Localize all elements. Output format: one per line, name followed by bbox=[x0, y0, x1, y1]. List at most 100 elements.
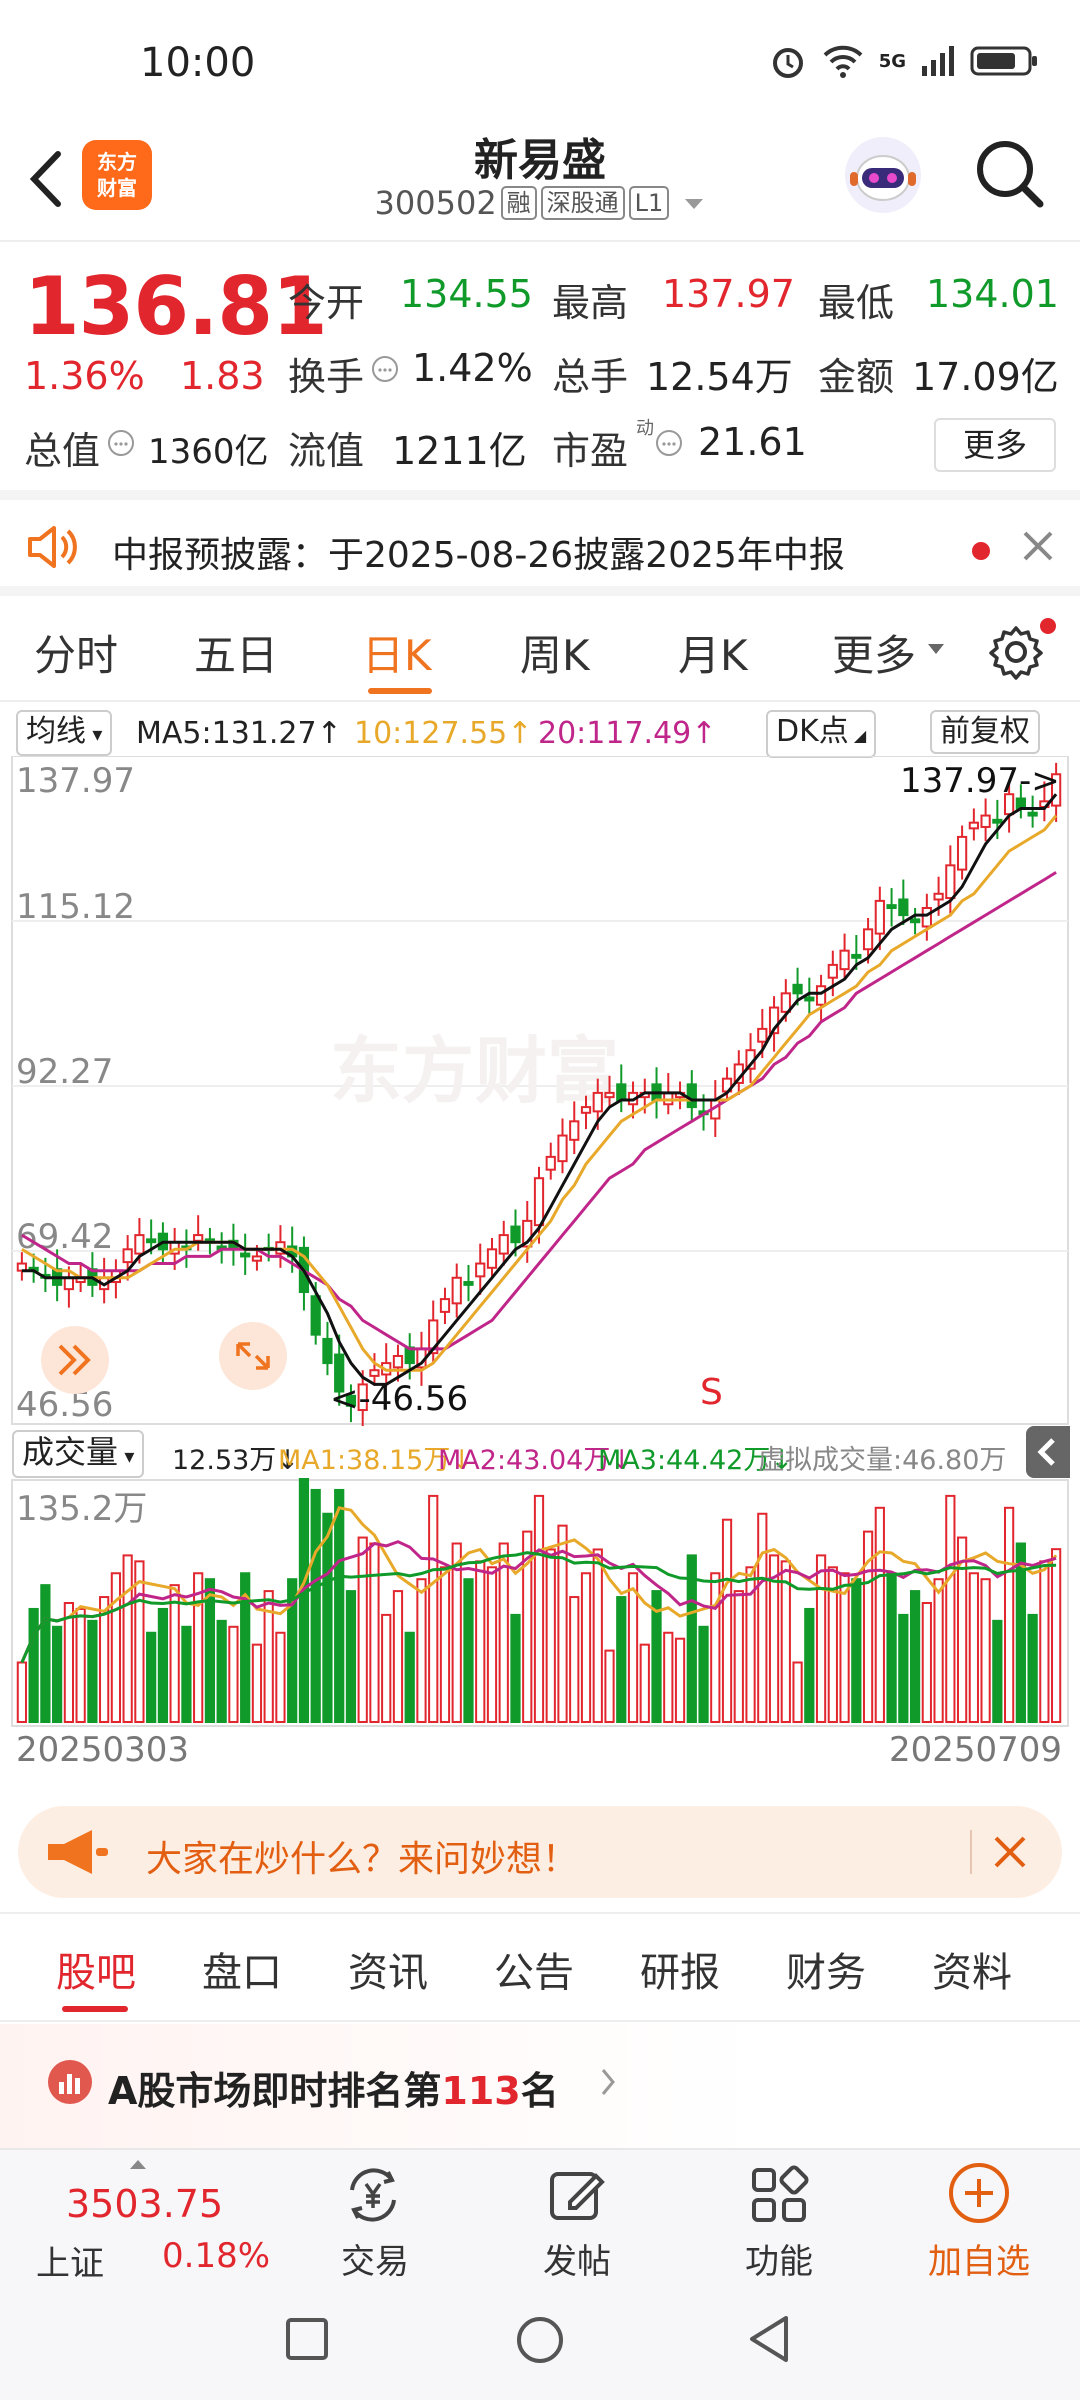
amount-label: 金额 bbox=[818, 355, 895, 399]
trade-yen-icon[interactable] bbox=[340, 2164, 406, 2226]
volume-bar bbox=[804, 1607, 815, 1724]
settings-gear-icon[interactable] bbox=[986, 622, 1046, 682]
candle bbox=[310, 1295, 321, 1336]
tab-five-day[interactable]: 五日 bbox=[194, 622, 278, 683]
volume-bar bbox=[710, 1572, 721, 1723]
chevron-down-icon[interactable] bbox=[926, 642, 946, 656]
volume-max-label: 135.2万 bbox=[16, 1489, 147, 1529]
candle bbox=[1027, 811, 1038, 817]
info-icon[interactable] bbox=[654, 428, 684, 458]
float-value: 1211亿 bbox=[392, 429, 527, 473]
more-quote-button[interactable]: 更多 bbox=[934, 418, 1056, 472]
close-icon[interactable] bbox=[988, 1830, 1032, 1874]
volume-bar bbox=[663, 1631, 674, 1723]
post-edit-icon[interactable] bbox=[546, 2164, 608, 2226]
tab-order-book[interactable]: 盘口 bbox=[202, 1940, 282, 1998]
assistant-robot-icon[interactable] bbox=[842, 134, 924, 216]
bottom-nav: 3503.75 上证 0.18% 交易 发帖 功能 加自选 bbox=[0, 2148, 1080, 2284]
tab-research[interactable]: 研报 bbox=[640, 1940, 720, 1998]
volume-bar bbox=[698, 1625, 709, 1723]
info-icon[interactable] bbox=[106, 428, 136, 458]
candle bbox=[592, 1091, 603, 1113]
speaker-icon bbox=[28, 526, 77, 568]
close-icon[interactable] bbox=[1020, 528, 1056, 564]
signal-icon bbox=[922, 46, 954, 76]
volume-bar bbox=[557, 1524, 568, 1724]
nav-function[interactable]: 功能 bbox=[699, 2234, 859, 2283]
volume-bar bbox=[604, 1649, 615, 1723]
ask-ai-text: 大家在炒什么？来问妙想！ bbox=[146, 1839, 579, 1880]
add-watchlist-icon[interactable] bbox=[946, 2160, 1012, 2226]
volume-bar bbox=[510, 1613, 521, 1724]
candle bbox=[886, 904, 897, 910]
ask-ai-banner[interactable]: 大家在炒什么？来问妙想！ bbox=[18, 1806, 1062, 1898]
wifi-icon bbox=[823, 45, 863, 78]
volume-bar bbox=[439, 1566, 451, 1723]
tab-weekly-k[interactable]: 周K bbox=[520, 622, 590, 683]
pe-superscript: 动 bbox=[636, 418, 654, 439]
volume-bar bbox=[181, 1625, 192, 1723]
ma-selector[interactable]: 均线 ▾ bbox=[16, 710, 113, 756]
recent-apps-icon[interactable] bbox=[284, 2316, 330, 2362]
ranking-chart-icon bbox=[48, 2060, 92, 2104]
volume-bar bbox=[933, 1578, 944, 1724]
volume-bar bbox=[369, 1542, 380, 1723]
tab-announcements[interactable]: 公告 bbox=[494, 1940, 574, 1998]
nav-add-watchlist[interactable]: 加自选 bbox=[899, 2234, 1059, 2283]
notice-bar[interactable]: 中报预披露：于2025-08-26披露2025年中报 bbox=[0, 490, 1080, 596]
expand-left-icon[interactable] bbox=[41, 1326, 109, 1394]
home-icon[interactable] bbox=[514, 2314, 566, 2366]
volume-bar bbox=[757, 1512, 768, 1723]
index-value[interactable]: 3503.75 bbox=[66, 2182, 223, 2226]
kline-chart[interactable]: 东方 财富 137.97 115.12 92.27 69.42 46.56 13… bbox=[0, 756, 1080, 1766]
volume-bar bbox=[381, 1613, 392, 1724]
volume-bar bbox=[228, 1625, 239, 1723]
info-icon[interactable] bbox=[370, 354, 400, 384]
tab-intraday[interactable]: 分时 bbox=[34, 622, 118, 683]
notice-text: 中报预披露：于2025-08-26披露2025年中报 bbox=[112, 535, 845, 576]
adjust-button[interactable]: 前复权 bbox=[930, 710, 1040, 754]
candle bbox=[980, 814, 991, 828]
fullscreen-icon[interactable] bbox=[219, 1322, 287, 1390]
tab-monthly-k[interactable]: 月K bbox=[678, 622, 748, 683]
current-price: 136.81 bbox=[24, 260, 328, 353]
candle bbox=[815, 985, 827, 1006]
dk-point-button[interactable]: DK点 ◢ bbox=[766, 710, 877, 758]
candle bbox=[475, 1262, 486, 1278]
candle bbox=[240, 1252, 251, 1258]
volume-bar bbox=[463, 1578, 474, 1724]
tag-level[interactable]: L1 bbox=[628, 186, 670, 220]
status-bar: 10:00 5G bbox=[0, 0, 1080, 110]
nav-trade[interactable]: 交易 bbox=[295, 2234, 455, 2283]
search-icon[interactable] bbox=[972, 136, 1048, 212]
candle bbox=[533, 1177, 545, 1227]
volume-bar bbox=[627, 1572, 639, 1723]
candle bbox=[463, 1281, 474, 1286]
tab-daily-k[interactable]: 日K bbox=[362, 622, 432, 683]
volume-bar bbox=[639, 1643, 650, 1724]
dropdown-arrow-icon[interactable] bbox=[683, 196, 705, 212]
volume-bar bbox=[322, 1512, 333, 1723]
tab-forum[interactable]: 股吧 bbox=[56, 1940, 136, 1998]
candle bbox=[392, 1354, 404, 1369]
pe-value: 21.61 bbox=[698, 420, 807, 464]
tab-news[interactable]: 资讯 bbox=[348, 1940, 428, 1998]
tab-financials[interactable]: 财务 bbox=[786, 1940, 866, 1998]
tab-more[interactable]: 更多 bbox=[832, 622, 916, 683]
candle bbox=[933, 892, 944, 901]
function-grid-icon[interactable] bbox=[748, 2164, 810, 2226]
nav-post[interactable]: 发帖 bbox=[497, 2234, 657, 2283]
candle bbox=[63, 1276, 75, 1291]
volume-indicator-selector[interactable]: 成交量 ▾ bbox=[12, 1430, 145, 1478]
candle bbox=[616, 1083, 627, 1101]
ranking-row[interactable]: A股市场即时排名第113名 bbox=[0, 2024, 1080, 2148]
period-tabs: 分时 五日 日K 周K 月K 更多 bbox=[0, 600, 1080, 700]
back-nav-icon[interactable] bbox=[744, 2312, 794, 2366]
volume-bar bbox=[721, 1518, 733, 1724]
change-percent: 1.36% bbox=[24, 354, 145, 398]
tab-profile[interactable]: 资料 bbox=[932, 1940, 1012, 1998]
volume-bar bbox=[569, 1596, 580, 1723]
ma-legend-bar: 均线 ▾ MA5:131.27↑ 10:127.55↑ 20:117.49↑ D… bbox=[0, 708, 1080, 758]
collapse-panel-button[interactable] bbox=[1026, 1426, 1070, 1478]
candle bbox=[369, 1369, 380, 1377]
